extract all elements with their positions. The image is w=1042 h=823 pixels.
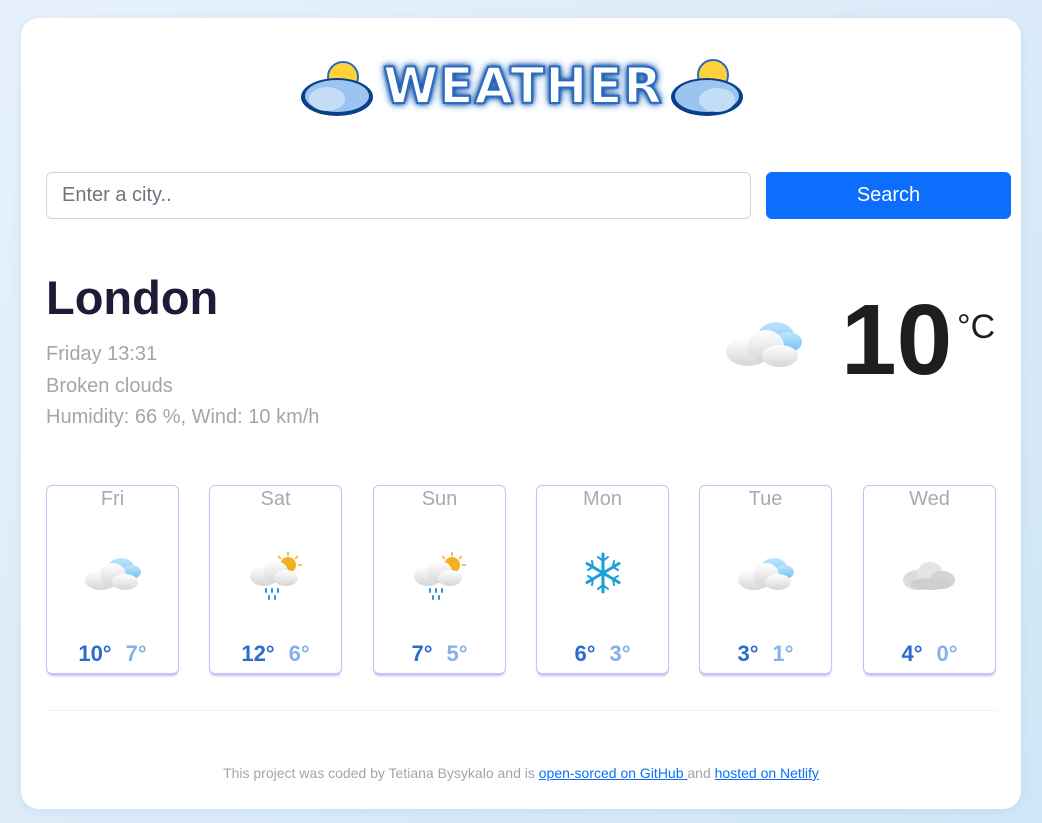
forecast-max-temp: 6° bbox=[574, 641, 596, 666]
forecast-max-temp: 4° bbox=[901, 641, 923, 666]
github-link[interactable]: open-sorced on GitHub bbox=[539, 765, 688, 781]
forecast-min-temp: 3° bbox=[609, 641, 631, 666]
forecast-day: Fri 10° 7° bbox=[46, 485, 179, 674]
current-datetime: Friday 13:31 bbox=[46, 343, 158, 365]
search-input[interactable] bbox=[46, 172, 751, 219]
forecast-day: Mon 6° 3° bbox=[536, 485, 669, 674]
temperature-unit: °C bbox=[957, 308, 996, 346]
grey-cloud-icon bbox=[903, 562, 955, 590]
weather-logo: WEATHER bbox=[283, 48, 763, 124]
forecast-day-name: Sun bbox=[421, 488, 458, 510]
snowflake-icon bbox=[585, 552, 621, 594]
humidity-wind: Humidity: 66 %, Wind: 10 km/h bbox=[46, 406, 320, 428]
forecast-max-temp: 7° bbox=[411, 641, 433, 666]
logo-cloud-sun-icon bbox=[301, 61, 374, 116]
cloud-icon bbox=[85, 558, 141, 590]
forecast-day-name: Wed bbox=[909, 488, 950, 510]
search-button[interactable]: Search bbox=[766, 172, 1011, 219]
forecast-day: Tue 3° 1° bbox=[699, 485, 832, 674]
netlify-link[interactable]: hosted on Netlify bbox=[715, 765, 819, 781]
forecast-min-temp: 7° bbox=[125, 641, 147, 666]
forecast-max-temp: 10° bbox=[78, 641, 112, 666]
sun-rain-icon bbox=[250, 552, 302, 600]
weather-card: WEATHER Search London Friday 13:31 Broke… bbox=[21, 18, 1021, 809]
footer-text: This project was coded by Tetiana Bysyka… bbox=[223, 765, 539, 781]
forecast-day-name: Fri bbox=[100, 488, 125, 510]
footer: This project was coded by Tetiana Bysyka… bbox=[21, 765, 1021, 781]
forecast-max-temp: 12° bbox=[241, 641, 275, 666]
weather-description: Broken clouds bbox=[46, 375, 173, 397]
logo-cloud-sun-icon bbox=[670, 59, 743, 116]
sun-rain-icon bbox=[414, 552, 466, 600]
forecast-min-temp: 1° bbox=[772, 641, 794, 666]
forecast-day: Wed 4° 0° bbox=[863, 485, 996, 674]
forecast-day-name: Tue bbox=[748, 488, 783, 510]
forecast-min-temp: 6° bbox=[288, 641, 310, 666]
forecast-day-name: Sat bbox=[260, 488, 291, 510]
forecast-min-temp: 0° bbox=[936, 641, 958, 666]
cloud-icon bbox=[738, 558, 794, 590]
forecast-day: Sun 7° 5° bbox=[373, 485, 506, 674]
divider bbox=[46, 710, 997, 711]
current-temperature: 10 bbox=[841, 284, 953, 396]
cloud-icon bbox=[726, 322, 802, 367]
logo-text: WEATHER bbox=[382, 56, 663, 116]
forecast-max-temp: 3° bbox=[737, 641, 759, 666]
forecast-day-name: Mon bbox=[583, 488, 622, 510]
city-name: London bbox=[46, 271, 219, 324]
footer-text-middle: and bbox=[687, 765, 715, 781]
forecast-min-temp: 5° bbox=[446, 641, 468, 666]
forecast-day: Sat 12° 6° bbox=[209, 485, 342, 674]
